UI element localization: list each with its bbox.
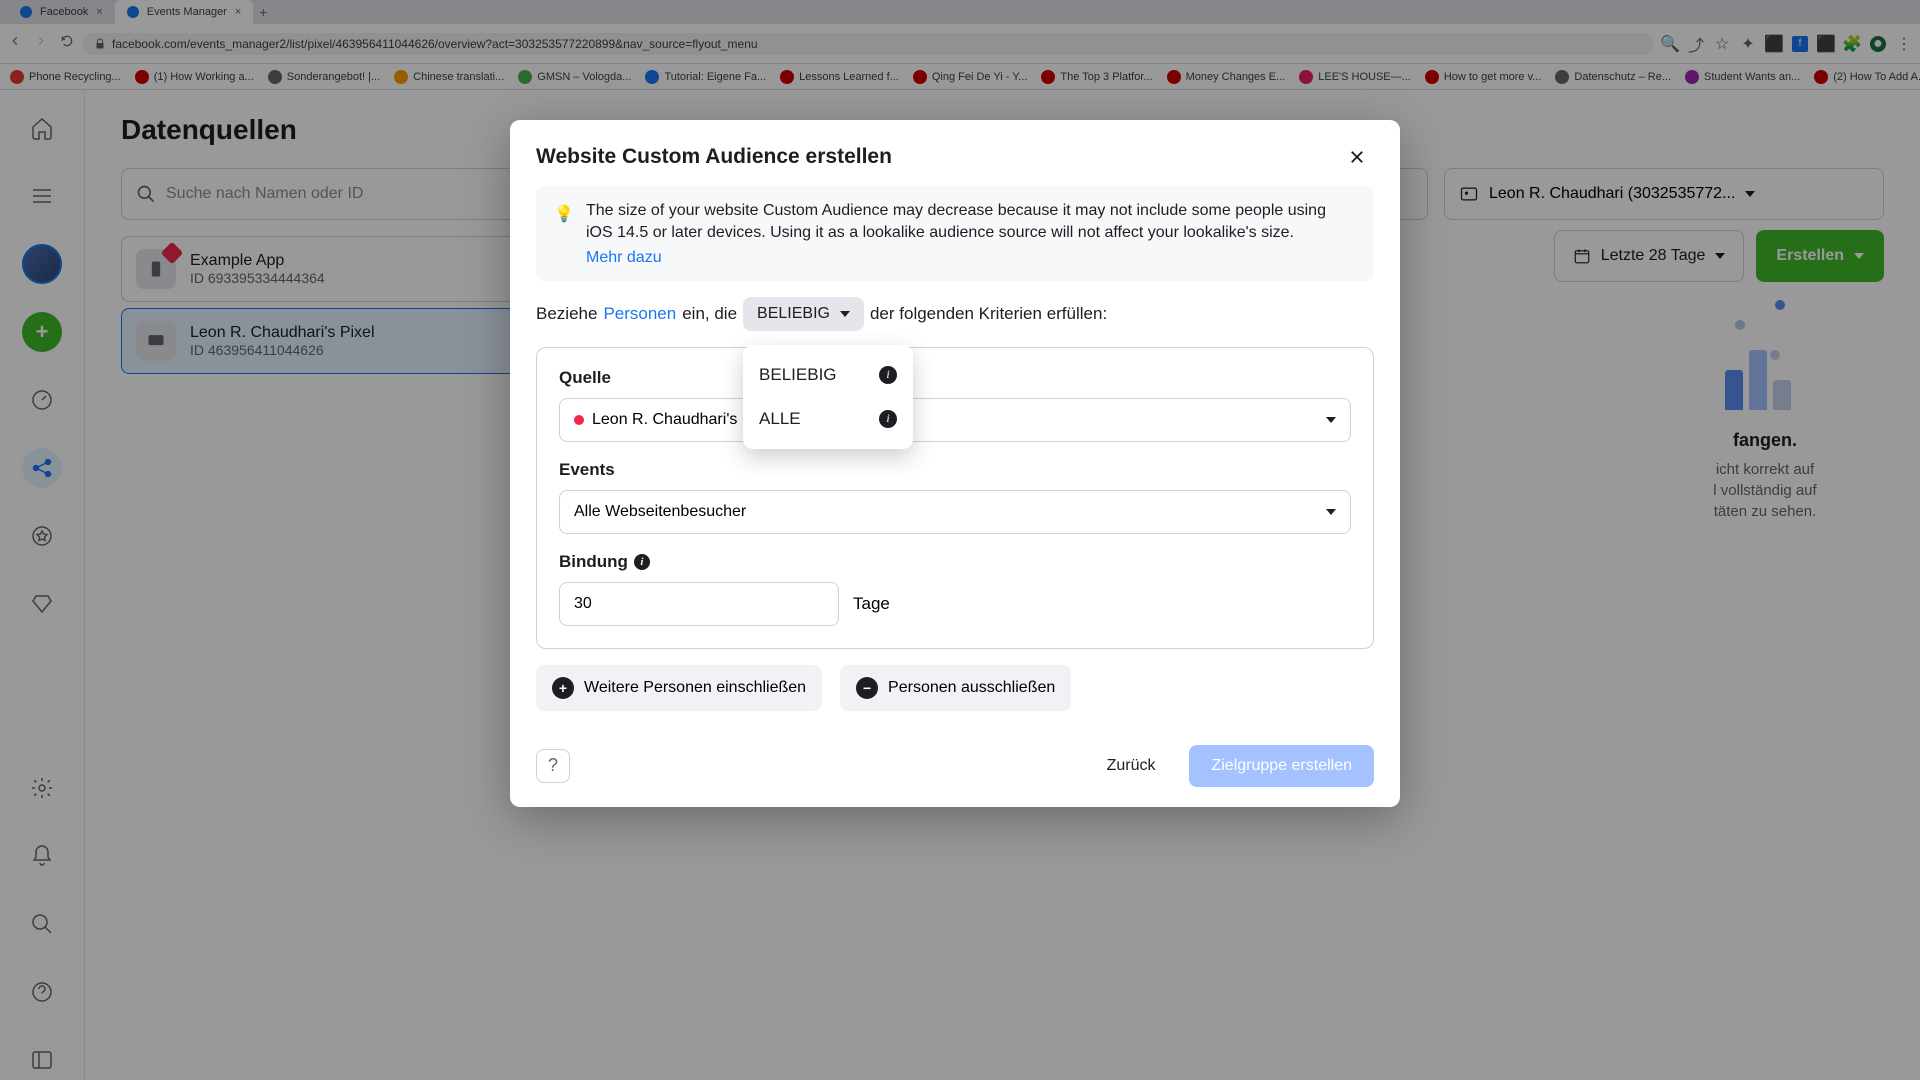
chevron-down-icon	[1326, 509, 1336, 515]
people-link[interactable]: Personen	[603, 304, 676, 324]
modal-title: Website Custom Audience erstellen	[536, 145, 892, 169]
dropdown-option-all[interactable]: ALLE i	[743, 397, 913, 441]
minus-circle-icon: −	[856, 677, 878, 699]
create-audience-modal: Website Custom Audience erstellen 💡 The …	[510, 120, 1400, 807]
info-icon[interactable]: i	[634, 554, 650, 570]
retention-days-input[interactable]	[559, 582, 839, 626]
source-value: Leon R. Chaudhari's	[592, 411, 737, 429]
action-label: Weitere Personen einschließen	[584, 679, 806, 697]
exclude-button[interactable]: − Personen ausschließen	[840, 665, 1071, 711]
criteria-text: Beziehe	[536, 304, 597, 324]
chevron-down-icon	[840, 311, 850, 317]
binding-label: Bindung i	[559, 552, 1351, 572]
events-label: Events	[559, 460, 1351, 480]
plus-circle-icon: +	[552, 677, 574, 699]
info-box: 💡 The size of your website Custom Audien…	[536, 186, 1374, 281]
criteria-text: der folgenden Kriterien erfüllen:	[870, 304, 1107, 324]
days-label: Tage	[853, 594, 890, 614]
events-value: Alle Webseitenbesucher	[574, 503, 746, 521]
learn-more-link[interactable]: Mehr dazu	[586, 249, 662, 267]
info-text: The size of your website Custom Audience…	[586, 200, 1356, 245]
info-icon[interactable]: i	[879, 366, 897, 384]
help-button[interactable]: ?	[536, 749, 570, 783]
chip-label: BELIEBIG	[757, 305, 830, 323]
match-type-dropdown: BELIEBIG i ALLE i	[743, 345, 913, 449]
chevron-down-icon	[1326, 417, 1336, 423]
action-label: Personen ausschließen	[888, 679, 1055, 697]
info-icon[interactable]: i	[879, 410, 897, 428]
close-button[interactable]	[1340, 140, 1374, 174]
source-label: Quelle	[559, 368, 1351, 388]
back-button[interactable]: Zurück	[1085, 745, 1178, 787]
status-dot	[574, 415, 584, 425]
criteria-text: ein, die	[682, 304, 737, 324]
include-more-button[interactable]: + Weitere Personen einschließen	[536, 665, 822, 711]
dropdown-option-any[interactable]: BELIEBIG i	[743, 353, 913, 397]
criteria-row: Beziehe Personen ein, die BELIEBIG BELIE…	[536, 297, 1374, 331]
create-audience-button[interactable]: Zielgruppe erstellen	[1189, 745, 1374, 787]
option-label: BELIEBIG	[759, 365, 836, 385]
bulb-icon: 💡	[554, 200, 572, 267]
close-icon	[1348, 148, 1366, 166]
source-selector[interactable]: Leon R. Chaudhari's	[559, 398, 1351, 442]
events-selector[interactable]: Alle Webseitenbesucher	[559, 490, 1351, 534]
option-label: ALLE	[759, 409, 801, 429]
match-type-selector[interactable]: BELIEBIG BELIEBIG i ALLE i	[743, 297, 864, 331]
